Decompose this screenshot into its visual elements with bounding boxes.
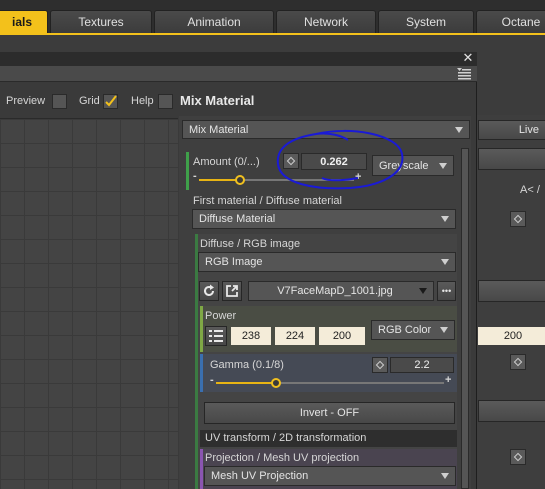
annotation-circle — [276, 129, 404, 190]
open-external-icon — [226, 285, 238, 297]
power-g-field[interactable]: 224 — [275, 327, 315, 345]
reload-icon — [204, 284, 214, 296]
gamma-blue-bar — [200, 354, 203, 392]
help-checkbox[interactable] — [158, 94, 173, 109]
gamma-minus[interactable]: - — [210, 374, 214, 386]
projection-label: Projection / Mesh UV projection — [205, 452, 360, 464]
right-button-3[interactable] — [478, 400, 545, 422]
power-b-field[interactable]: 200 — [319, 327, 365, 345]
gamma-keyframe-icon[interactable] — [372, 357, 388, 373]
panel-menu-icon[interactable] — [456, 66, 472, 80]
amount-minus[interactable]: - — [193, 170, 197, 182]
tab-network[interactable]: Network — [276, 10, 376, 34]
window-header — [0, 66, 477, 82]
diffuse-dropdown[interactable]: RGB Image — [198, 252, 456, 272]
scrollbar-track[interactable] — [461, 148, 469, 489]
preview-checkbox[interactable] — [52, 94, 67, 109]
gamma-plus[interactable]: + — [445, 374, 451, 386]
more-options-button[interactable]: ••• — [437, 281, 456, 301]
tab-octane[interactable]: Octane — [476, 10, 545, 34]
amount-green-bar — [186, 152, 189, 190]
list-icon — [209, 330, 223, 342]
amount-label: Amount (0/...) — [193, 156, 260, 168]
gamma-slider-fill — [216, 382, 276, 384]
close-icon[interactable]: ✕ — [462, 51, 474, 64]
open-external-button[interactable] — [222, 281, 242, 301]
help-label: Help — [131, 95, 154, 107]
gamma-value-field[interactable]: 2.2 — [390, 357, 454, 373]
live-button[interactable]: Live — [478, 120, 545, 140]
tab-textures[interactable]: Textures — [50, 10, 152, 34]
amount-slider-fill — [199, 179, 240, 181]
right-panel — [476, 115, 545, 489]
right-keyframe-icon[interactable] — [510, 211, 526, 227]
tab-system[interactable]: System — [378, 10, 474, 34]
node-graph-canvas[interactable] — [0, 118, 178, 489]
gamma-slider-knob[interactable] — [271, 378, 281, 388]
right-keyframe-icon-3[interactable] — [510, 449, 526, 465]
uv-transform-label: UV transform / 2D transformation — [205, 432, 367, 444]
diffuse-green-bar — [195, 234, 198, 489]
preview-label: Preview — [6, 95, 46, 107]
amount-slider-knob[interactable] — [235, 175, 245, 185]
reload-button[interactable] — [199, 281, 219, 301]
projection-purple-bar — [200, 449, 203, 489]
right-value-cell[interactable]: 200 — [478, 327, 545, 345]
panel-title: Mix Material — [180, 93, 255, 108]
file-dropdown[interactable]: V7FaceMapD_1001.jpg — [248, 281, 434, 301]
first-material-label: First material / Diffuse material — [193, 195, 342, 207]
projection-dropdown[interactable]: Mesh UV Projection — [204, 466, 456, 486]
power-label: Power — [205, 310, 237, 322]
grid-label: Grid — [79, 95, 100, 107]
invert-button[interactable]: Invert - OFF — [204, 402, 455, 424]
checkmark-icon — [105, 95, 117, 107]
tab-animation[interactable]: Animation — [154, 10, 274, 34]
power-r-field[interactable]: 238 — [231, 327, 271, 345]
right-wide-button[interactable] — [478, 148, 545, 170]
gamma-label: Gamma (0.1/8) — [210, 359, 284, 371]
tab-materials[interactable]: ials — [0, 10, 48, 34]
power-mode-dropdown[interactable]: RGB Color — [371, 320, 455, 340]
right-button-2[interactable] — [478, 280, 545, 302]
right-a-label: A< / — [520, 184, 540, 196]
color-list-button[interactable] — [205, 326, 227, 346]
power-green-bar — [200, 306, 203, 352]
grid-checkbox[interactable] — [103, 94, 118, 109]
window-titlebar[interactable] — [0, 52, 477, 66]
right-keyframe-icon-2[interactable] — [510, 354, 526, 370]
diffuse-label: Diffuse / RGB image — [200, 238, 301, 250]
first-material-dropdown[interactable]: Diffuse Material — [192, 209, 456, 229]
